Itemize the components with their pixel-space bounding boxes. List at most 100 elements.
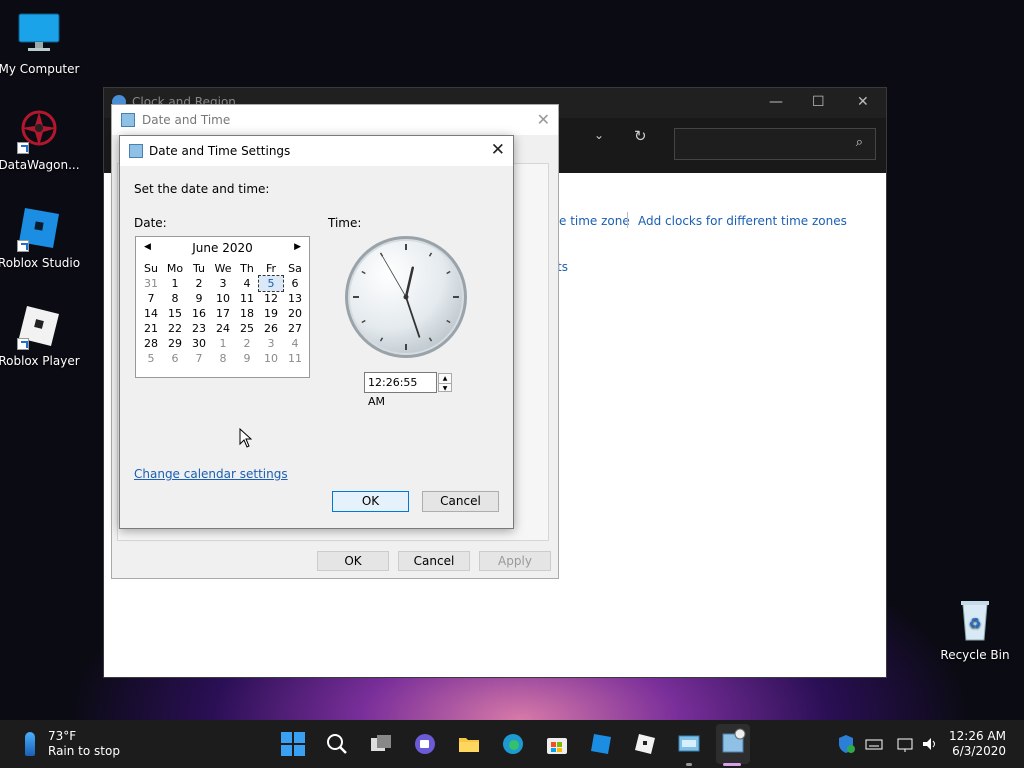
calendar-day[interactable]: 25 — [235, 321, 259, 336]
calendar-day[interactable]: 6 — [283, 276, 307, 291]
calendar-day[interactable]: 16 — [187, 306, 211, 321]
calendar-day[interactable]: 4 — [283, 336, 307, 351]
calendar-day[interactable]: 23 — [187, 321, 211, 336]
calendar-day[interactable]: 15 — [163, 306, 187, 321]
next-month-icon[interactable]: ▶ — [294, 242, 301, 252]
svg-text:♻: ♻ — [969, 616, 982, 632]
calendar-day[interactable]: 12 — [259, 291, 283, 306]
date-and-time-settings-dialog[interactable]: Date and Time Settings ✕ Set the date an… — [119, 135, 514, 529]
task-view-icon[interactable] — [369, 732, 393, 756]
microsoft-store-icon[interactable] — [545, 732, 569, 756]
active-indicator — [723, 763, 741, 766]
calendar-day[interactable]: 9 — [187, 291, 211, 306]
refresh-icon[interactable]: ↻ — [634, 127, 647, 145]
calendar-day[interactable]: 7 — [187, 351, 211, 366]
calendar-day[interactable]: 22 — [163, 321, 187, 336]
calendar-day[interactable]: 14 — [139, 306, 163, 321]
calendar-day[interactable]: 4 — [235, 276, 259, 291]
calendar-day[interactable]: 1 — [163, 276, 187, 291]
calendar-day[interactable]: 17 — [211, 306, 235, 321]
calendar-day[interactable]: 8 — [163, 291, 187, 306]
calendar-month[interactable]: June 2020 — [136, 241, 309, 255]
time-input[interactable]: 12:26:55 AM — [364, 372, 437, 408]
desktop-icon-recycle-bin[interactable]: ♻ Recycle Bin — [933, 596, 1017, 662]
edge-browser-icon[interactable] — [501, 732, 525, 756]
close-icon[interactable]: ✕ — [857, 94, 869, 110]
roblox-player-taskbar-icon[interactable] — [633, 732, 657, 756]
calendar-day[interactable]: 6 — [163, 351, 187, 366]
calendar-day[interactable]: 18 — [235, 306, 259, 321]
start-icon[interactable] — [281, 732, 305, 756]
change-calendar-settings-link[interactable]: Change calendar settings — [134, 467, 288, 481]
time-spinner[interactable]: ▲ ▼ — [438, 373, 452, 392]
roblox-studio-taskbar-icon[interactable] — [589, 732, 613, 756]
apply-button[interactable]: Apply — [479, 551, 551, 571]
calendar-day[interactable]: 11 — [283, 351, 307, 366]
ok-button[interactable]: OK — [317, 551, 389, 571]
maximize-icon[interactable]: ☐ — [812, 94, 825, 110]
titlebar[interactable]: Date and Time Settings ✕ — [120, 136, 513, 166]
spin-up-icon[interactable]: ▲ — [439, 374, 451, 383]
desktop-icon-datawagon[interactable]: DataWagon... — [0, 106, 81, 172]
system-clock[interactable]: 12:26 AM 6/3/2020 — [949, 729, 1006, 759]
calendar-day[interactable]: 5 — [139, 351, 163, 366]
taskbar: 73°F Rain to stop 12:26 AM 6/3/2020 — [0, 720, 1024, 768]
spin-down-icon[interactable]: ▼ — [439, 383, 451, 392]
calendar-day[interactable]: 31 — [139, 276, 163, 291]
keyboard-icon[interactable] — [864, 732, 884, 756]
calendar-day[interactable]: 3 — [259, 336, 283, 351]
calendar-day[interactable]: 24 — [211, 321, 235, 336]
calendar-day[interactable]: 20 — [283, 306, 307, 321]
monitor-icon — [15, 10, 63, 58]
calendar-day[interactable]: 26 — [259, 321, 283, 336]
network-icon[interactable] — [896, 732, 916, 756]
calendar-day[interactable]: 19 — [259, 306, 283, 321]
chevron-down-icon[interactable]: ⌄ — [594, 128, 604, 142]
chat-icon[interactable] — [413, 732, 437, 756]
search-input[interactable]: ⌕ — [674, 128, 876, 160]
add-clocks-link[interactable]: Add clocks for different time zones — [638, 214, 847, 228]
desktop-icon-roblox-studio[interactable]: Roblox Studio — [0, 204, 81, 270]
calendar-day[interactable]: 3 — [211, 276, 235, 291]
cancel-button[interactable]: Cancel — [422, 491, 499, 512]
file-explorer-icon[interactable] — [457, 732, 481, 756]
window-title: Date and Time — [142, 113, 231, 127]
control-panel-taskbar-icon[interactable] — [677, 732, 701, 756]
calendar-day[interactable]: 13 — [283, 291, 307, 306]
calendar-day[interactable]: 7 — [139, 291, 163, 306]
calendar-day[interactable]: 10 — [211, 291, 235, 306]
calendar-day[interactable]: 5 — [258, 275, 284, 292]
ok-button[interactable]: OK — [332, 491, 409, 512]
calendar-day[interactable]: 28 — [139, 336, 163, 351]
calendar-day[interactable]: 29 — [163, 336, 187, 351]
security-shield-icon[interactable] — [836, 732, 856, 756]
calendar-day[interactable]: 10 — [259, 351, 283, 366]
weekday-header: Sa — [288, 262, 302, 275]
calendar-day[interactable]: 21 — [139, 321, 163, 336]
cancel-button[interactable]: Cancel — [398, 551, 470, 571]
change-time-zone-link[interactable]: e time zone — [559, 214, 630, 228]
calendar[interactable]: ◀ June 2020 ▶ Su Mo Tu We Th Fr Sa 31 1 2 3 4 5 6 7 8 9 1… — [135, 236, 310, 378]
dialog-title: Date and Time Settings — [149, 144, 291, 158]
close-icon[interactable]: ✕ — [537, 110, 550, 129]
close-icon[interactable]: ✕ — [491, 140, 505, 160]
calendar-day[interactable]: 2 — [187, 276, 211, 291]
weather-widget[interactable]: 73°F Rain to stop — [48, 729, 120, 759]
calendar-day[interactable]: 11 — [235, 291, 259, 306]
desktop-icon-my-computer[interactable]: My Computer — [0, 10, 81, 76]
weekday-header: Su — [144, 262, 158, 275]
desktop-icon-roblox-player[interactable]: Roblox Player — [0, 302, 81, 368]
calendar-day[interactable]: 9 — [235, 351, 259, 366]
desktop-icon-label: Recycle Bin — [940, 648, 1010, 662]
calendar-day[interactable]: 2 — [235, 336, 259, 351]
calendar-day[interactable]: 30 — [187, 336, 211, 351]
calendar-day[interactable]: 1 — [211, 336, 235, 351]
search-icon[interactable] — [325, 732, 349, 756]
date-time-taskbar-icon[interactable] — [716, 724, 750, 764]
weather-icon[interactable] — [25, 732, 35, 756]
minimize-icon[interactable]: — — [769, 94, 783, 110]
calendar-day[interactable]: 27 — [283, 321, 307, 336]
titlebar[interactable]: Date and Time ✕ — [112, 105, 558, 135]
volume-icon[interactable] — [920, 732, 940, 756]
calendar-day[interactable]: 8 — [211, 351, 235, 366]
